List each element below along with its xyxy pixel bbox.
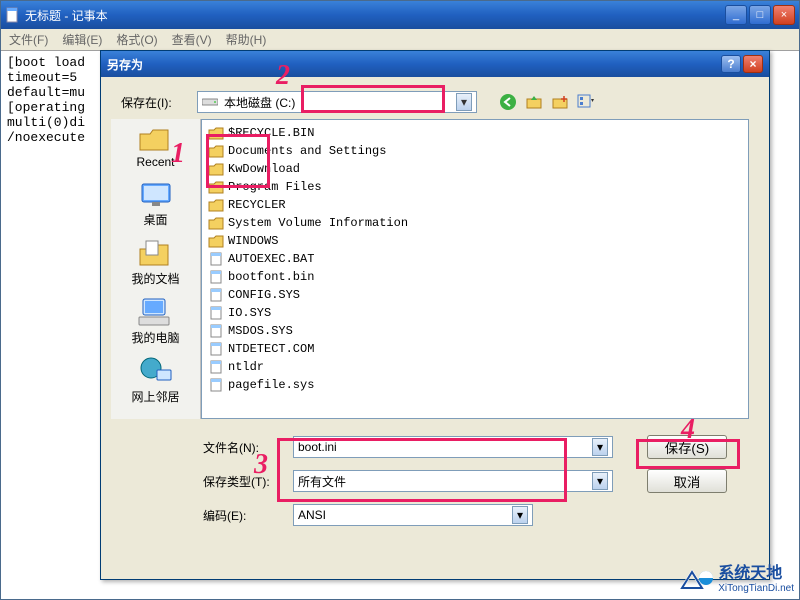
- filename-label: 文件名(N):: [203, 439, 283, 456]
- folder-item[interactable]: $RECYCLE.BIN: [208, 124, 408, 142]
- place-documents[interactable]: 我的文档: [117, 238, 195, 287]
- save-button[interactable]: 保存(S): [647, 435, 727, 459]
- notepad-title: 无标题 - 记事本: [25, 7, 723, 24]
- folder-item[interactable]: Program Files: [208, 178, 408, 196]
- cancel-button[interactable]: 取消: [647, 469, 727, 493]
- place-network[interactable]: 网上邻居: [117, 356, 195, 405]
- file-item[interactable]: MSDOS.SYS: [208, 322, 408, 340]
- file-item[interactable]: pagefile.sys: [208, 376, 408, 394]
- watermark-icon: [680, 562, 714, 592]
- chevron-down-icon[interactable]: ▾: [592, 472, 608, 490]
- file-item[interactable]: bootfont.bin: [208, 268, 408, 286]
- folder-item[interactable]: RECYCLER: [208, 196, 408, 214]
- computer-icon: [137, 297, 175, 329]
- up-folder-icon[interactable]: [525, 93, 543, 111]
- save-as-dialog: 另存为 ? × 保存在(I): 本地磁盘 (C:) ▾ Recent 桌面: [100, 50, 770, 580]
- save-in-value: 本地磁盘 (C:): [224, 94, 456, 111]
- file-item[interactable]: AUTOEXEC.BAT: [208, 250, 408, 268]
- network-icon: [137, 356, 175, 388]
- file-item[interactable]: IO.SYS: [208, 304, 408, 322]
- chevron-down-icon[interactable]: ▾: [592, 438, 608, 456]
- new-folder-icon[interactable]: [551, 93, 569, 111]
- dialog-close-button[interactable]: ×: [743, 55, 763, 73]
- save-in-label: 保存在(I):: [121, 94, 191, 111]
- menu-file[interactable]: 文件(F): [5, 31, 52, 48]
- place-recent[interactable]: Recent: [117, 123, 195, 169]
- save-in-combo[interactable]: 本地磁盘 (C:) ▾: [197, 91, 477, 113]
- places-bar: Recent 桌面 我的文档 我的电脑 网上邻居: [111, 119, 201, 419]
- encoding-label: 编码(E):: [203, 507, 283, 524]
- menu-view[interactable]: 查看(V): [168, 31, 216, 48]
- notepad-menubar: 文件(F) 编辑(E) 格式(O) 查看(V) 帮助(H): [1, 29, 799, 51]
- recent-icon: [138, 124, 174, 154]
- menu-help[interactable]: 帮助(H): [222, 31, 271, 48]
- file-list[interactable]: $RECYCLE.BINDocuments and SettingsKwDown…: [201, 119, 749, 419]
- drive-icon: [202, 97, 218, 107]
- help-button[interactable]: ?: [721, 55, 741, 73]
- saveas-titlebar: 另存为 ? ×: [101, 51, 769, 77]
- menu-format[interactable]: 格式(O): [112, 31, 161, 48]
- menu-edit[interactable]: 编辑(E): [58, 31, 106, 48]
- saveas-title: 另存为: [107, 56, 719, 73]
- notepad-titlebar: 无标题 - 记事本 _ □ ×: [1, 1, 799, 29]
- filename-field[interactable]: boot.ini▾: [293, 436, 613, 458]
- place-my-computer[interactable]: 我的电脑: [117, 297, 195, 346]
- folder-item[interactable]: KwDownload: [208, 160, 408, 178]
- filetype-field[interactable]: 所有文件▾: [293, 470, 613, 492]
- back-icon[interactable]: [499, 93, 517, 111]
- folder-item[interactable]: Documents and Settings: [208, 142, 408, 160]
- folder-item[interactable]: WINDOWS: [208, 232, 408, 250]
- encoding-field[interactable]: ANSI▾: [293, 504, 533, 526]
- desktop-icon: [138, 180, 174, 210]
- filetype-label: 保存类型(T):: [203, 473, 283, 490]
- file-item[interactable]: CONFIG.SYS: [208, 286, 408, 304]
- chevron-down-icon[interactable]: ▾: [456, 93, 472, 111]
- place-desktop[interactable]: 桌面: [117, 179, 195, 228]
- file-item[interactable]: NTDETECT.COM: [208, 340, 408, 358]
- minimize-button[interactable]: _: [725, 5, 747, 25]
- chevron-down-icon[interactable]: ▾: [512, 506, 528, 524]
- folder-item[interactable]: System Volume Information: [208, 214, 408, 232]
- documents-icon: [138, 239, 174, 269]
- close-button[interactable]: ×: [773, 5, 795, 25]
- maximize-button[interactable]: □: [749, 5, 771, 25]
- notepad-icon: [5, 7, 21, 23]
- file-item[interactable]: ntldr: [208, 358, 408, 376]
- view-menu-icon[interactable]: [577, 93, 595, 111]
- watermark: 系统天地 XiTongTianDi.net: [680, 559, 794, 594]
